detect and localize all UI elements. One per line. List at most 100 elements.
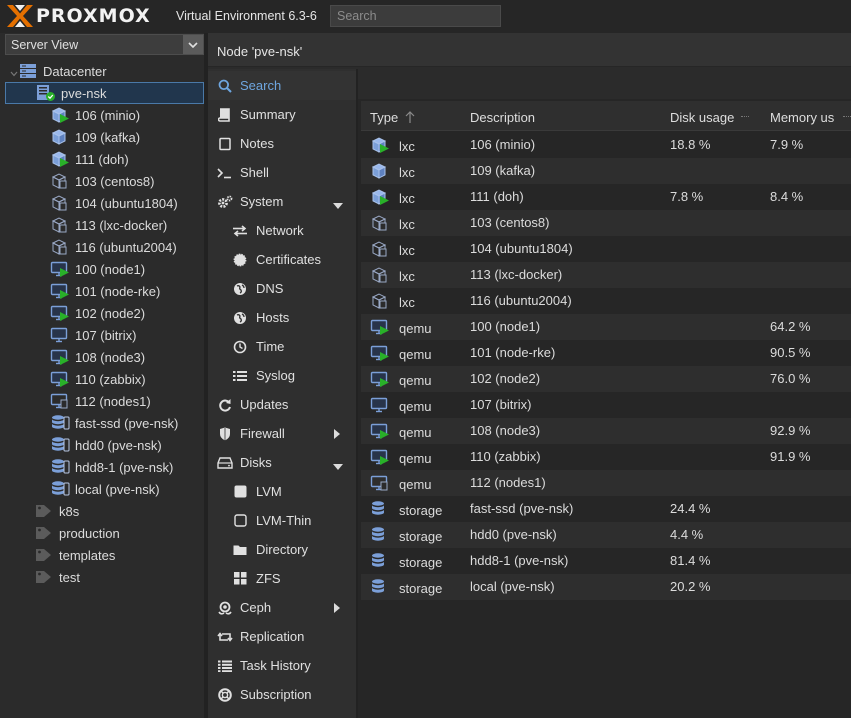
tree-node-label: 107 (bitrix) <box>75 327 137 343</box>
nav-item-hosts[interactable]: Hosts <box>208 303 356 332</box>
tree-item-guest[interactable]: hdd0 (pve-nsk) <box>50 434 162 456</box>
tree-item-guest[interactable]: 109 (kafka) <box>50 126 140 148</box>
nav-item-summary[interactable]: Summary <box>208 100 356 129</box>
cell-disk-usage: 20.2 % <box>670 579 711 594</box>
exchange-icon <box>232 223 248 239</box>
nav-item-zfs[interactable]: ZFS <box>208 564 356 593</box>
nav-item-search[interactable]: Search <box>208 71 356 100</box>
container-template-icon <box>50 194 70 212</box>
view-select[interactable]: Server View <box>5 34 204 55</box>
table-row[interactable]: qemu 101 (node-rke) 90.5 % <box>361 340 851 366</box>
column-description-header[interactable]: Description <box>470 110 660 125</box>
nav-item-updates[interactable]: Updates <box>208 390 356 419</box>
column-memory-usage-header[interactable]: Memory us <box>770 110 845 125</box>
tree-node-label: hdd8-1 (pve-nsk) <box>75 459 174 475</box>
table-row[interactable]: lxc 106 (minio) 18.8 % 7.9 % <box>361 132 851 158</box>
container-template-icon <box>370 266 392 284</box>
tree-item-tag[interactable]: k8s <box>34 500 79 522</box>
tree-item-tag[interactable]: production <box>34 522 120 544</box>
page-title: Node 'pve-nsk' <box>217 44 303 59</box>
nav-item-directory[interactable]: Directory <box>208 535 356 564</box>
tree-node-label: fast-ssd (pve-nsk) <box>75 415 179 431</box>
tree-item-guest[interactable]: 103 (centos8) <box>50 170 155 192</box>
storage-icon <box>50 458 70 476</box>
nav-item-lvm[interactable]: LVM <box>208 477 356 506</box>
caret-right-icon[interactable] <box>334 601 340 616</box>
tree-item-guest[interactable]: 106 (minio) <box>50 104 140 126</box>
tree-item-guest[interactable]: 112 (nodes1) <box>50 390 151 412</box>
cell-description: 113 (lxc-docker) <box>470 267 563 282</box>
tree-node-label: 116 (ubuntu2004) <box>75 239 177 255</box>
nav-item-system[interactable]: System <box>208 187 356 216</box>
table-row[interactable]: qemu 112 (nodes1) <box>361 470 851 496</box>
search-input[interactable] <box>330 5 501 27</box>
table-row[interactable]: qemu 100 (node1) 64.2 % <box>361 314 851 340</box>
tree-item-guest[interactable]: 102 (node2) <box>50 302 145 324</box>
table-row[interactable]: lxc 113 (lxc-docker) <box>361 262 851 288</box>
node-nav-menu: Search Summary Notes Shell System Network Cert… <box>208 69 356 718</box>
cell-memory-usage: 91.9 % <box>770 449 811 464</box>
nav-item-syslog[interactable]: Syslog <box>208 361 356 390</box>
table-row[interactable]: lxc 111 (doh) 7.8 % 8.4 % <box>361 184 851 210</box>
nav-item-ceph[interactable]: Ceph <box>208 593 356 622</box>
table-row[interactable]: qemu 102 (node2) 76.0 % <box>361 366 851 392</box>
storage-icon <box>370 500 392 518</box>
table-row[interactable]: storage hdd0 (pve-nsk) 4.4 % <box>361 522 851 548</box>
node-header: Node 'pve-nsk' <box>208 33 851 67</box>
table-row[interactable]: storage hdd8-1 (pve-nsk) 81.4 % <box>361 548 851 574</box>
nav-item-certificates[interactable]: Certificates <box>208 245 356 274</box>
column-ellipsis <box>741 116 749 117</box>
table-row[interactable]: storage local (pve-nsk) 20.2 % <box>361 574 851 600</box>
nav-item-firewall[interactable]: Firewall <box>208 419 356 448</box>
tree-item-guest[interactable]: 108 (node3) <box>50 346 145 368</box>
tree-item-guest[interactable]: 116 (ubuntu2004) <box>50 236 177 258</box>
tree-item-guest[interactable]: 113 (lxc-docker) <box>50 214 167 236</box>
tree-item-guest[interactable]: local (pve-nsk) <box>50 478 160 500</box>
nav-item-network[interactable]: Network <box>208 216 356 245</box>
proxmox-logo[interactable]: PROXMOX <box>6 4 151 28</box>
table-row[interactable]: lxc 109 (kafka) <box>361 158 851 184</box>
table-row[interactable]: qemu 110 (zabbix) 91.9 % <box>361 444 851 470</box>
tree-item-guest[interactable]: 107 (bitrix) <box>50 324 136 346</box>
tree-node-label: k8s <box>59 503 80 519</box>
globe-icon <box>232 310 248 326</box>
caret-down-icon[interactable] <box>333 197 343 212</box>
tree-node-label: pve-nsk <box>61 85 107 101</box>
caret-down-icon[interactable] <box>333 458 343 473</box>
tree-item-tag[interactable]: test <box>34 566 80 588</box>
tree-item-guest[interactable]: 100 (node1) <box>50 258 145 280</box>
nav-item-replication[interactable]: Replication <box>208 622 356 651</box>
nav-item-disks[interactable]: Disks <box>208 448 356 477</box>
nav-item-task-history[interactable]: Task History <box>208 651 356 680</box>
tree-item-guest[interactable]: 111 (doh) <box>50 148 129 170</box>
chevron-down-icon[interactable] <box>183 35 203 54</box>
table-row[interactable]: qemu 107 (bitrix) <box>361 392 851 418</box>
nav-item-lvm-thin[interactable]: LVM-Thin <box>208 506 356 535</box>
vm-icon <box>370 318 392 336</box>
table-row[interactable]: qemu 108 (node3) 92.9 % <box>361 418 851 444</box>
nav-item-time[interactable]: Time <box>208 332 356 361</box>
table-row[interactable]: lxc 116 (ubuntu2004) <box>361 288 851 314</box>
nav-item-dns[interactable]: DNS <box>208 274 356 303</box>
nav-item-subscription[interactable]: Subscription <box>208 680 356 709</box>
tree-node-label: 111 (doh) <box>75 151 129 167</box>
tree-item-guest[interactable]: 101 (node-rke) <box>50 280 160 302</box>
tree-item-guest[interactable]: fast-ssd (pve-nsk) <box>50 412 178 434</box>
caret-right-icon[interactable] <box>334 427 340 442</box>
column-type-header[interactable]: Type <box>370 110 430 125</box>
table-row[interactable]: storage fast-ssd (pve-nsk) 24.4 % <box>361 496 851 522</box>
tree-item-tag[interactable]: templates <box>34 544 115 566</box>
tree-node-label: production <box>59 525 120 541</box>
table-row[interactable]: lxc 103 (centos8) <box>361 210 851 236</box>
clock-icon <box>232 339 248 355</box>
tree-item-datacenter[interactable]: Datacenter <box>18 60 198 82</box>
tree-item-guest[interactable]: 110 (zabbix) <box>50 368 146 390</box>
cell-description: 116 (ubuntu2004) <box>470 293 572 308</box>
tree-item-node[interactable]: pve-nsk <box>5 82 204 104</box>
nav-item-shell[interactable]: Shell <box>208 158 356 187</box>
nav-item-notes[interactable]: Notes <box>208 129 356 158</box>
tree-item-guest[interactable]: hdd8-1 (pve-nsk) <box>50 456 173 478</box>
column-disk-usage-header[interactable]: Disk usage <box>670 110 752 125</box>
tree-item-guest[interactable]: 104 (ubuntu1804) <box>50 192 178 214</box>
table-row[interactable]: lxc 104 (ubuntu1804) <box>361 236 851 262</box>
